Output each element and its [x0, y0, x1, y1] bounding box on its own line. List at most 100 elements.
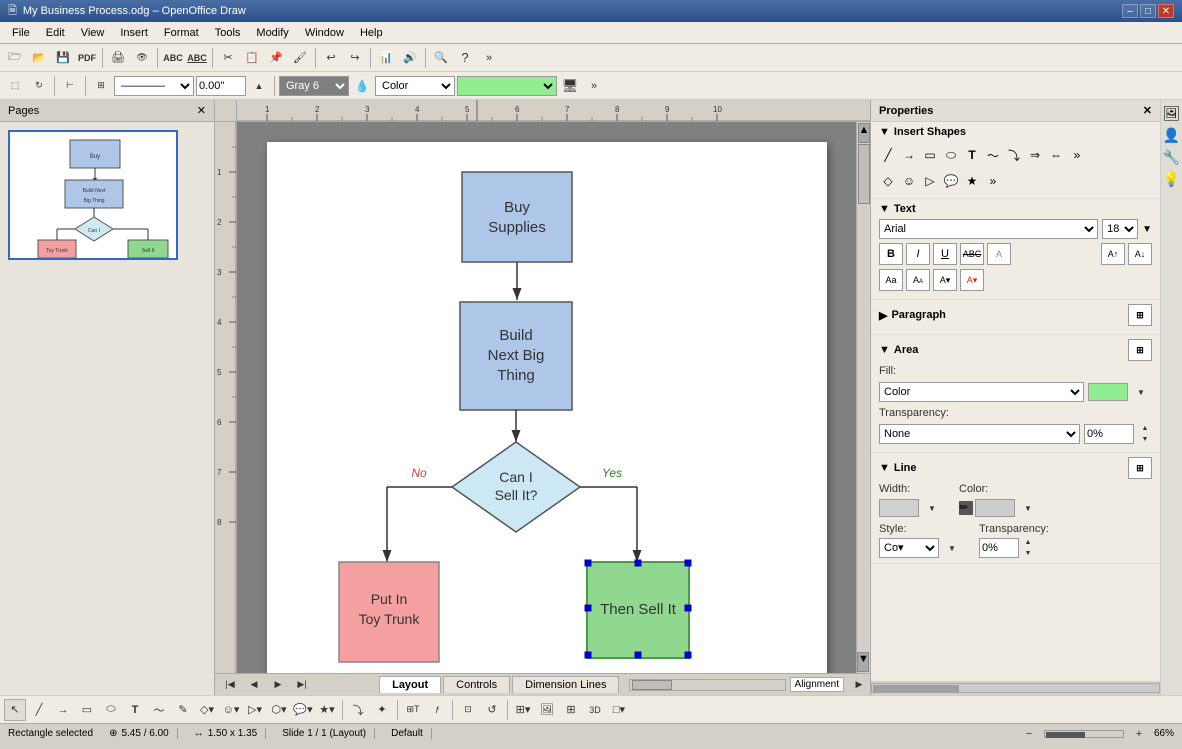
position-x-input[interactable]: [196, 76, 246, 96]
line-color-dropdown[interactable]: ▼: [1017, 497, 1039, 519]
font-expand-icon[interactable]: ▼: [1142, 224, 1152, 235]
monitor-button[interactable]: 🖥: [559, 75, 581, 97]
italic-button[interactable]: I: [906, 243, 930, 265]
next-tab-btn[interactable]: ▶: [267, 674, 289, 696]
text-draw-btn[interactable]: T: [124, 699, 146, 721]
line-style-select[interactable]: ————: [114, 76, 194, 96]
zoom-out-btn[interactable]: −: [1018, 723, 1040, 745]
side-icon-3[interactable]: 🔧: [1163, 148, 1181, 166]
line-draw-btn[interactable]: ╱: [28, 699, 50, 721]
zoom-slider[interactable]: [1044, 730, 1124, 738]
freeform-btn[interactable]: ✎: [172, 699, 194, 721]
transparency-up-btn[interactable]: ▲: [1138, 423, 1152, 433]
eyedropper-button[interactable]: 💧: [351, 75, 373, 97]
line-shape-btn[interactable]: ╱: [879, 146, 897, 164]
canvas-inner[interactable]: Buy Supplies Build Next Big Thing: [237, 122, 870, 673]
maximize-button[interactable]: □: [1140, 4, 1156, 18]
select-arrow-btn[interactable]: ↖: [4, 699, 26, 721]
bold-button[interactable]: B: [879, 243, 903, 265]
cut-button[interactable]: ✂: [217, 47, 239, 69]
tab-controls[interactable]: Controls: [443, 676, 510, 693]
format-paintbrush[interactable]: 🖌: [289, 47, 311, 69]
curve-draw-btn[interactable]: 〜: [148, 699, 170, 721]
color-style-select[interactable]: Gray 6: [279, 76, 349, 96]
fill-color-dropdown[interactable]: ▼: [1130, 381, 1152, 403]
preview-button[interactable]: 👁: [131, 47, 153, 69]
shadow-button[interactable]: A: [987, 243, 1011, 265]
close-button[interactable]: ✕: [1158, 4, 1174, 18]
connector-shape-btn[interactable]: ⤵: [1005, 146, 1023, 164]
arrow-draw-btn[interactable]: →: [52, 699, 74, 721]
line-color-swatch[interactable]: [975, 499, 1015, 517]
insert-shapes-title[interactable]: ▼ Insert Shapes: [879, 126, 1152, 138]
scrollbar-up-btn[interactable]: ▲: [858, 123, 870, 143]
callouts-btn[interactable]: 💬▾: [292, 699, 314, 721]
bigger-font-btn[interactable]: A↑: [1101, 243, 1125, 265]
chart-button[interactable]: 📊: [375, 47, 397, 69]
view-layout-btn[interactable]: ⊞▾: [512, 699, 534, 721]
stars-btn[interactable]: ★▾: [316, 699, 338, 721]
last-tab-btn[interactable]: ▶|: [291, 674, 313, 696]
glue-point-btn[interactable]: ✦: [371, 699, 393, 721]
menu-format[interactable]: Format: [156, 22, 207, 43]
basic-shapes-btn[interactable]: ◇▾: [196, 699, 218, 721]
font-size-select[interactable]: 18: [1102, 219, 1138, 239]
font-effect-btn2[interactable]: Aa: [906, 269, 930, 291]
transparency-type-select[interactable]: None: [879, 424, 1080, 444]
underline-button[interactable]: U: [933, 243, 957, 265]
rotate-left-btn[interactable]: ↺: [481, 699, 503, 721]
line-options-btn[interactable]: ⊞: [1128, 457, 1152, 479]
toggle-extrusion-btn[interactable]: 3D: [584, 699, 606, 721]
menu-window[interactable]: Window: [297, 22, 352, 43]
alignment-btn[interactable]: Alignment: [790, 677, 844, 692]
menu-file[interactable]: File: [4, 22, 38, 43]
side-icon-1[interactable]: 🖼: [1163, 104, 1181, 122]
line-style-dropdown[interactable]: ▼: [941, 537, 963, 559]
font-color-btn[interactable]: A▾: [960, 269, 984, 291]
spellcheck-button[interactable]: ABC: [162, 47, 184, 69]
rotate-button[interactable]: ↻: [28, 75, 50, 97]
rect-draw-btn[interactable]: ▭: [76, 699, 98, 721]
symbol-shapes-btn[interactable]: ☺▾: [220, 699, 242, 721]
ellipse-shape-btn[interactable]: ⬭: [942, 146, 960, 164]
snap-button[interactable]: ⊞: [90, 75, 112, 97]
tab-layout[interactable]: Layout: [379, 676, 441, 693]
line-trans-down-btn[interactable]: ▼: [1021, 548, 1035, 558]
more2-button[interactable]: »: [583, 75, 605, 97]
menu-help[interactable]: Help: [352, 22, 391, 43]
new-button[interactable]: 🗁: [4, 47, 26, 69]
paste-button[interactable]: 📌: [265, 47, 287, 69]
line-width-swatch[interactable]: [879, 499, 919, 517]
side-icon-4[interactable]: 💡: [1163, 170, 1181, 188]
flowchart-btn[interactable]: ⬡▾: [268, 699, 290, 721]
dbl-arrow-shape-btn[interactable]: ⇔: [1047, 146, 1065, 164]
pages-close-icon[interactable]: ✕: [197, 104, 206, 117]
fill-type-select[interactable]: Color: [879, 382, 1084, 402]
line-trans-up-btn[interactable]: ▲: [1021, 537, 1035, 547]
horizontal-scrollbar[interactable]: [629, 679, 785, 691]
fontwork-btn[interactable]: f: [426, 699, 448, 721]
text-section-title[interactable]: ▼ Text: [879, 203, 1152, 215]
paragraph-section-title[interactable]: ▶ Paragraph ⊞: [879, 304, 1152, 326]
font-highlight-btn[interactable]: A▾: [933, 269, 957, 291]
fill-color-swatch[interactable]: [1088, 383, 1128, 401]
side-icon-2[interactable]: 👤: [1163, 126, 1181, 144]
autocorrect-button[interactable]: ABC: [186, 47, 208, 69]
area-options-btn[interactable]: ⊞: [1128, 339, 1152, 361]
scrollbar-thumb[interactable]: [858, 144, 870, 204]
font-effect-btn1[interactable]: Aa: [879, 269, 903, 291]
diamond-shape-btn[interactable]: ◇: [879, 172, 897, 190]
redo-button[interactable]: ↪: [344, 47, 366, 69]
pdf-button[interactable]: PDF: [76, 47, 98, 69]
menu-tools[interactable]: Tools: [207, 22, 249, 43]
table-btn[interactable]: ⊞: [560, 699, 582, 721]
insert-from-file-btn[interactable]: 🖼: [536, 699, 558, 721]
line-transparency-input[interactable]: [979, 538, 1019, 558]
smiley-shape-btn[interactable]: ☺: [900, 172, 918, 190]
area-section-title[interactable]: ▼ Area ⊞: [879, 339, 1152, 361]
prev-tab-btn[interactable]: ◀: [243, 674, 265, 696]
smaller-font-btn[interactable]: A↓: [1128, 243, 1152, 265]
insert-text-btn[interactable]: ⊞T: [402, 699, 424, 721]
minimize-button[interactable]: –: [1122, 4, 1138, 18]
crop-btn[interactable]: ⊡: [457, 699, 479, 721]
